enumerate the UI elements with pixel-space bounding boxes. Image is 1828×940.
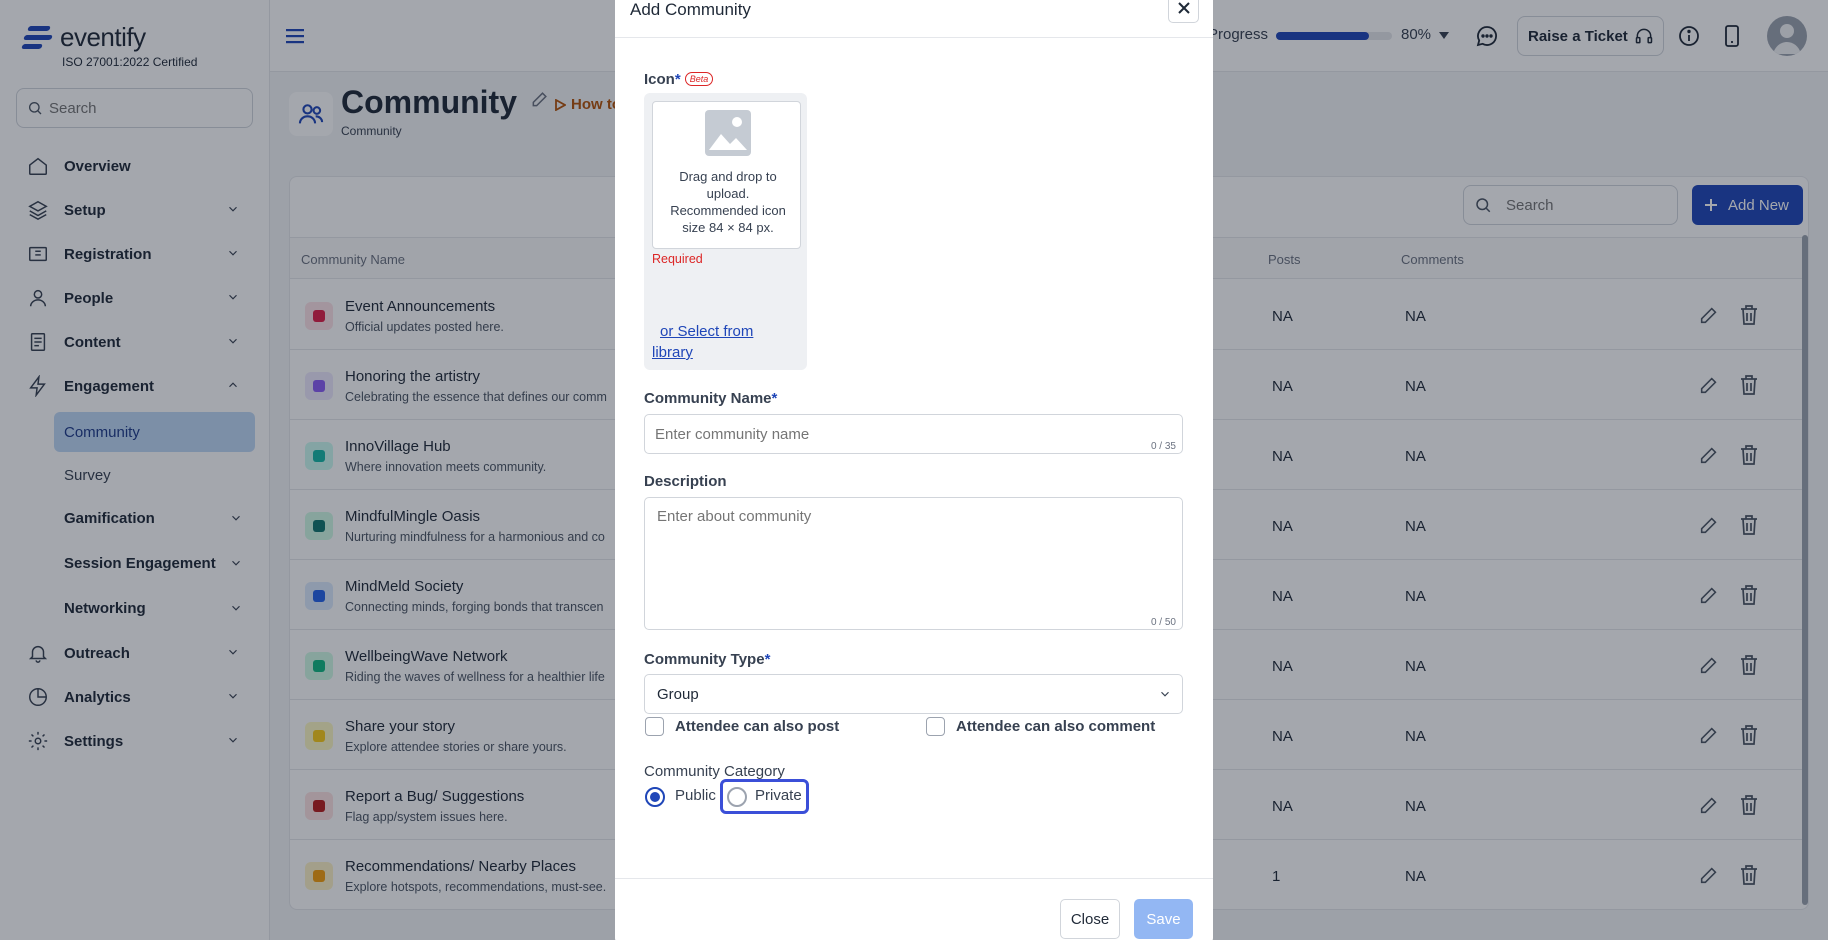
modal-footer-divider xyxy=(615,878,1213,879)
close-button[interactable]: Close xyxy=(1060,899,1120,939)
modal-title: Add Community xyxy=(630,0,751,19)
community-category-label: Community Category xyxy=(644,763,785,780)
category-private-label[interactable]: Private xyxy=(755,787,802,804)
community-type-value: Group xyxy=(657,686,699,703)
community-name-label: Community Name* xyxy=(644,390,777,407)
beta-badge: Beta xyxy=(684,72,714,86)
icon-upload-area: Drag and drop to upload. Recommended ico… xyxy=(644,93,807,370)
select-from-library-text: or Select from library xyxy=(652,323,754,361)
add-community-modal: Add Community Icon* Beta Drag and drop to… xyxy=(615,0,1213,940)
icon-label-text: Icon xyxy=(644,71,675,88)
community-name-label-text: Community Name xyxy=(644,390,772,407)
community-type-label: Community Type* xyxy=(644,651,770,668)
community-name-field[interactable]: 0 / 35 xyxy=(644,414,1183,454)
community-type-select[interactable]: Group xyxy=(644,674,1183,714)
required-mark: * xyxy=(674,71,681,88)
description-char-counter: 0 / 50 xyxy=(1150,617,1176,628)
description-textarea[interactable] xyxy=(657,508,1170,608)
modal-close-button[interactable] xyxy=(1168,0,1199,23)
description-field[interactable]: 0 / 50 xyxy=(644,497,1183,630)
upload-required-error: Required xyxy=(652,252,703,266)
icon-label: Icon* Beta xyxy=(644,71,714,88)
category-private-radio[interactable] xyxy=(727,787,747,807)
save-button[interactable]: Save xyxy=(1134,899,1193,939)
icon-dropzone[interactable]: Drag and drop to upload. Recommended ico… xyxy=(652,101,801,249)
required-mark: * xyxy=(771,390,778,407)
description-label: Description xyxy=(644,473,727,490)
attendee-comment-checkbox[interactable] xyxy=(926,717,945,736)
required-mark: * xyxy=(764,651,771,668)
attendee-comment-label[interactable]: Attendee can also comment xyxy=(956,718,1155,735)
select-from-library-link[interactable]: or Select from library xyxy=(652,321,772,363)
attendee-post-label[interactable]: Attendee can also post xyxy=(675,718,839,735)
close-icon xyxy=(1177,1,1190,14)
attendee-post-checkbox[interactable] xyxy=(645,717,664,736)
community-type-label-text: Community Type xyxy=(644,651,765,668)
chevron-down-icon xyxy=(1161,691,1169,697)
community-name-input[interactable] xyxy=(655,426,1172,443)
upload-instructions: Drag and drop to upload. Recommended ico… xyxy=(670,169,786,235)
category-public-radio[interactable] xyxy=(645,787,665,807)
name-char-counter: 0 / 35 xyxy=(1150,441,1176,452)
category-public-label[interactable]: Public xyxy=(675,787,716,804)
modal-divider xyxy=(615,37,1213,38)
image-placeholder-icon xyxy=(705,110,751,156)
